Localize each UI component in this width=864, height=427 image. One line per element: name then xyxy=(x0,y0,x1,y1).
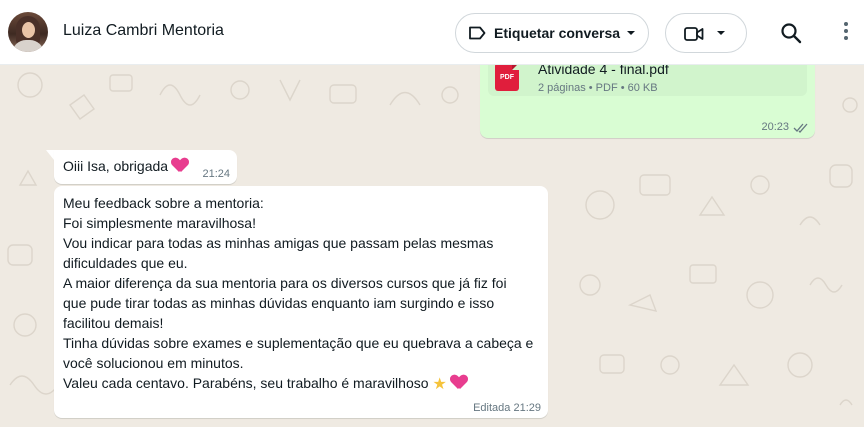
edited-label: Editada xyxy=(473,402,511,414)
pdf-file-icon: PDF xyxy=(495,63,519,91)
menu-dot xyxy=(844,36,848,40)
message-text-content: Oiii Isa, obrigada xyxy=(63,158,169,174)
bubble-tail xyxy=(46,150,54,160)
glowing-star-emoji: ★ xyxy=(432,376,447,393)
search-icon[interactable] xyxy=(780,22,802,44)
contact-name[interactable]: Luiza Cambri Mentoria xyxy=(63,22,224,40)
menu-dot xyxy=(844,22,848,26)
menu-dot xyxy=(844,29,848,33)
label-icon xyxy=(469,26,486,40)
avatar-face xyxy=(22,22,35,38)
video-camera-icon xyxy=(684,27,704,41)
more-vertical-icon[interactable] xyxy=(840,22,852,44)
incoming-message[interactable]: Oiii Isa, obrigada 21:24 xyxy=(54,150,237,184)
document-meta: 2 páginas • PDF • 60 KB xyxy=(538,82,658,94)
message-time: 21:29 xyxy=(513,402,541,414)
pdf-icon-label: PDF xyxy=(500,74,514,81)
message-line: Vou indicar para todas as minhas amigas … xyxy=(63,235,494,251)
label-conversation-label: Etiquetar conversa xyxy=(494,25,621,41)
message-line: dificuldades que eu. xyxy=(63,255,188,271)
message-time: 21:24 xyxy=(202,168,230,180)
chevron-down-icon xyxy=(717,31,725,35)
message-line: que pude tirar todas as minhas dúvidas e… xyxy=(63,295,495,311)
message-line: facilitou demais! xyxy=(63,315,164,331)
message-line: Valeu cada centavo. Parabéns, seu trabal… xyxy=(63,375,429,391)
message-text: Oiii Isa, obrigada xyxy=(63,158,188,174)
message-line: você solucionou em minutos. xyxy=(63,355,244,371)
video-call-button[interactable] xyxy=(665,13,747,53)
label-conversation-button[interactable]: Etiquetar conversa xyxy=(455,13,649,53)
message-line: A maior diferença da sua mentoria para o… xyxy=(63,275,507,291)
pink-heart-emoji xyxy=(451,375,467,390)
message-last-line: Valeu cada centavo. Parabéns, seu trabal… xyxy=(63,373,533,395)
message-line: Meu feedback sobre a mentoria: xyxy=(63,195,264,211)
message-line: Tinha dúvidas sobre exames e suplementaç… xyxy=(63,335,534,351)
incoming-message[interactable]: Meu feedback sobre a mentoria: Foi simpl… xyxy=(54,186,548,418)
pink-heart-emoji xyxy=(172,158,188,173)
message-footer: Editada 21:29 xyxy=(473,402,541,414)
contact-avatar[interactable] xyxy=(8,12,48,52)
message-line: Foi simplesmente maravilhosa! xyxy=(63,215,256,231)
chevron-down-icon xyxy=(627,31,635,35)
message-time: 20:23 xyxy=(761,121,789,133)
message-text: Meu feedback sobre a mentoria: Foi simpl… xyxy=(63,193,533,395)
read-receipt-icon xyxy=(793,123,808,133)
chat-header: Luiza Cambri Mentoria Etiquetar conversa xyxy=(0,0,864,65)
